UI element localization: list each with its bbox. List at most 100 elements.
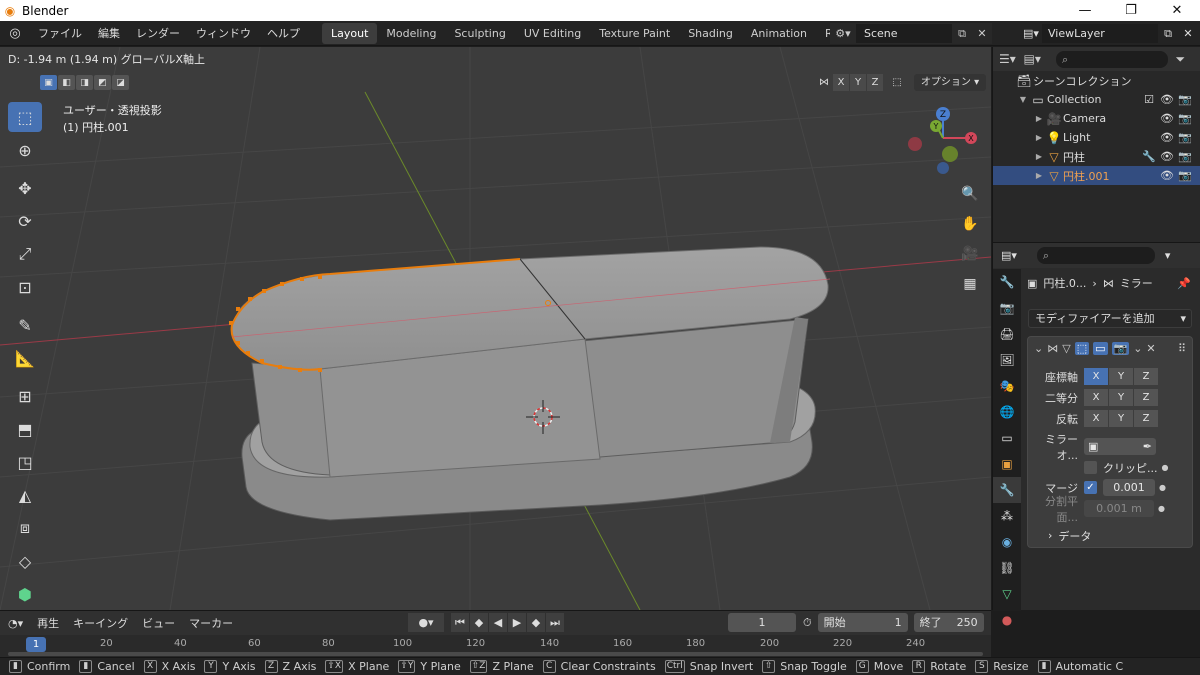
material-tab-icon[interactable]: ● <box>993 607 1021 633</box>
merge-checkbox[interactable]: ✓ <box>1084 481 1097 494</box>
pan-hand-icon[interactable]: ✋ <box>958 212 982 236</box>
timeline-scrollbar[interactable] <box>8 652 983 656</box>
play-reverse-icon[interactable]: ◀ <box>489 613 507 632</box>
end-frame-field[interactable]: 終了 250 <box>913 613 984 632</box>
symmetry-y-button[interactable]: Y <box>850 74 866 91</box>
bevel-tool-icon[interactable]: ◭ <box>8 480 42 510</box>
ortho-grid-icon[interactable]: ▦ <box>958 272 982 296</box>
3d-viewport[interactable]: D: -1.94 m (1.94 m) グローバルX軸上 ▣ ◧ ◨ ◩ ◪ ユ… <box>0 47 991 610</box>
output-tab-icon[interactable]: 🖨 <box>993 321 1021 347</box>
current-frame-field[interactable]: 1 <box>728 613 796 632</box>
symmetry-z-button[interactable]: Z <box>867 74 883 91</box>
maximize-button[interactable]: ❐ <box>1108 0 1154 21</box>
annotate-tool-icon[interactable]: ✎ <box>8 310 42 340</box>
constraints-tab-icon[interactable]: ⛓ <box>993 555 1021 581</box>
properties-editor-type-icon[interactable]: ▤▾ <box>1001 249 1017 262</box>
select-intersect-icon[interactable]: ◪ <box>112 75 129 90</box>
scene-tab-icon[interactable]: 🎭 <box>993 373 1021 399</box>
menu-edit[interactable]: 編集 <box>90 25 128 41</box>
render-camera-icon[interactable]: 📷 <box>1176 169 1194 182</box>
outliner-item-camera[interactable]: ▶ 🎥 Camera 👁 📷 <box>993 109 1200 128</box>
data-tab-icon[interactable]: ▽ <box>993 581 1021 607</box>
playhead[interactable]: 1 <box>26 637 46 652</box>
blender-menu-icon[interactable]: ◎ <box>0 26 30 41</box>
edit-cage-icon[interactable]: ▽ <box>1062 342 1070 355</box>
visibility-eye-icon[interactable]: 👁 <box>1158 150 1176 163</box>
select-subtract-icon[interactable]: ◨ <box>76 75 93 90</box>
tab-animation[interactable]: Animation <box>742 23 816 44</box>
marker-menu[interactable]: マーカー <box>189 615 233 631</box>
timeline-ruler[interactable]: 1 20 40 60 80 100 120 140 160 180 200 22… <box>0 635 991 657</box>
view-menu[interactable]: ビュー <box>142 615 175 631</box>
options-dropdown[interactable]: オプション ▾ <box>914 74 986 91</box>
world-tab-icon[interactable]: 🌐 <box>993 399 1021 425</box>
render-camera-icon[interactable]: 📷 <box>1176 131 1194 144</box>
visibility-eye-icon[interactable]: 👁 <box>1158 93 1176 106</box>
inset-tool-icon[interactable]: ◳ <box>8 447 42 477</box>
menu-file[interactable]: ファイル <box>30 25 90 41</box>
select-invert-icon[interactable]: ◩ <box>94 75 111 90</box>
display-mode-icon[interactable]: ▤▾ <box>1024 52 1049 66</box>
flip-y-toggle[interactable]: Y <box>1109 410 1133 427</box>
navigation-gizmo[interactable]: Z Y X <box>903 102 983 182</box>
render-camera-icon[interactable]: 📷 <box>1176 93 1194 106</box>
bisect-distance-field[interactable]: 0.001 m <box>1084 500 1154 517</box>
pin-icon[interactable]: 📌 <box>1177 277 1191 290</box>
filter-icon[interactable]: ⏷ <box>1176 52 1200 67</box>
select-box-tool-icon[interactable]: ⬚ <box>8 102 42 132</box>
keyframe-dot-icon[interactable]: ● <box>1162 463 1169 472</box>
outliner-item-cylinder-001[interactable]: ▶ ▽ 円柱.001 👁 📷 <box>993 166 1200 185</box>
expand-arrow-icon[interactable]: ▶ <box>1033 114 1045 123</box>
add-cube-tool-icon[interactable]: ⊞ <box>8 381 42 411</box>
visibility-eye-icon[interactable]: 👁 <box>1158 169 1176 182</box>
minimize-button[interactable]: — <box>1062 0 1108 21</box>
transform-tool-icon[interactable]: ⊡ <box>8 272 42 302</box>
jump-end-icon[interactable]: ⏭ <box>546 613 564 632</box>
loop-cut-tool-icon[interactable]: ⧈ <box>8 513 42 543</box>
expand-arrow-icon[interactable]: ▼ <box>1017 95 1029 104</box>
bisect-x-toggle[interactable]: X <box>1084 389 1108 406</box>
merge-distance-field[interactable]: 0.001 <box>1103 479 1155 496</box>
render-tab-icon[interactable]: 📷 <box>993 295 1021 321</box>
mirror-object-field[interactable]: ▣ ✒ <box>1084 438 1156 455</box>
expand-arrow-icon[interactable]: ▶ <box>1033 152 1045 161</box>
select-new-icon[interactable]: ▣ <box>40 75 57 90</box>
knife-tool-icon[interactable]: ◇ <box>8 546 42 576</box>
scene-selector[interactable]: ⚙▾ Scene ⧉ ✕ <box>830 23 992 44</box>
physics-tab-icon[interactable]: ◉ <box>993 529 1021 555</box>
view-layer-tab-icon[interactable]: 🖼 <box>993 347 1021 373</box>
move-tool-icon[interactable]: ✥ <box>8 173 42 203</box>
collapse-arrow-icon[interactable]: ⌄ <box>1034 342 1043 355</box>
rotate-tool-icon[interactable]: ⟳ <box>8 206 42 236</box>
outliner-scene-collection[interactable]: 🗃 シーンコレクション <box>993 71 1200 90</box>
delete-view-layer-icon[interactable]: ✕ <box>1178 27 1198 40</box>
render-camera-icon[interactable]: 📷 <box>1176 150 1194 163</box>
data-subpanel-row[interactable]: › データ <box>1028 526 1194 545</box>
jump-start-icon[interactable]: ⏮ <box>451 613 469 632</box>
bisect-y-toggle[interactable]: Y <box>1109 389 1133 406</box>
jump-prev-keyframe-icon[interactable]: ◆ <box>470 613 488 632</box>
outliner-search-input[interactable]: ⌕ <box>1056 50 1168 68</box>
render-camera-icon[interactable]: 📷 <box>1176 112 1194 125</box>
expand-arrow-icon[interactable]: ▶ <box>1033 133 1045 142</box>
camera-view-icon[interactable]: 🎥 <box>958 242 982 266</box>
extrude-tool-icon[interactable]: ⬒ <box>8 414 42 444</box>
play-icon[interactable]: ▶ <box>508 613 526 632</box>
axis-z-toggle[interactable]: Z <box>1134 368 1158 385</box>
modifier-menu-icon[interactable]: ⌄ <box>1133 342 1142 355</box>
bisect-z-toggle[interactable]: Z <box>1134 389 1158 406</box>
close-window-button[interactable]: ✕ <box>1154 0 1200 21</box>
tab-sculpting[interactable]: Sculpting <box>445 23 514 44</box>
poly-build-tool-icon[interactable]: ⬢ <box>8 579 42 609</box>
realtime-icon[interactable]: ▭ <box>1093 341 1108 355</box>
outliner-item-light[interactable]: ▶ 💡 Light 👁 📷 <box>993 128 1200 147</box>
axis-y-toggle[interactable]: Y <box>1109 368 1133 385</box>
eyedropper-icon[interactable]: ✒ <box>1143 438 1152 455</box>
visibility-eye-icon[interactable]: 👁 <box>1158 112 1176 125</box>
drag-handle-icon[interactable]: ⠿ <box>1178 342 1186 355</box>
outliner-item-cylinder[interactable]: ▶ ▽ 円柱 🔧 👁 📷 <box>993 147 1200 166</box>
view-layer-name[interactable]: ViewLayer <box>1042 24 1158 43</box>
checkbox-icon[interactable]: ☑ <box>1140 93 1158 106</box>
tab-uv-editing[interactable]: UV Editing <box>515 23 590 44</box>
new-scene-icon[interactable]: ⧉ <box>952 27 972 41</box>
